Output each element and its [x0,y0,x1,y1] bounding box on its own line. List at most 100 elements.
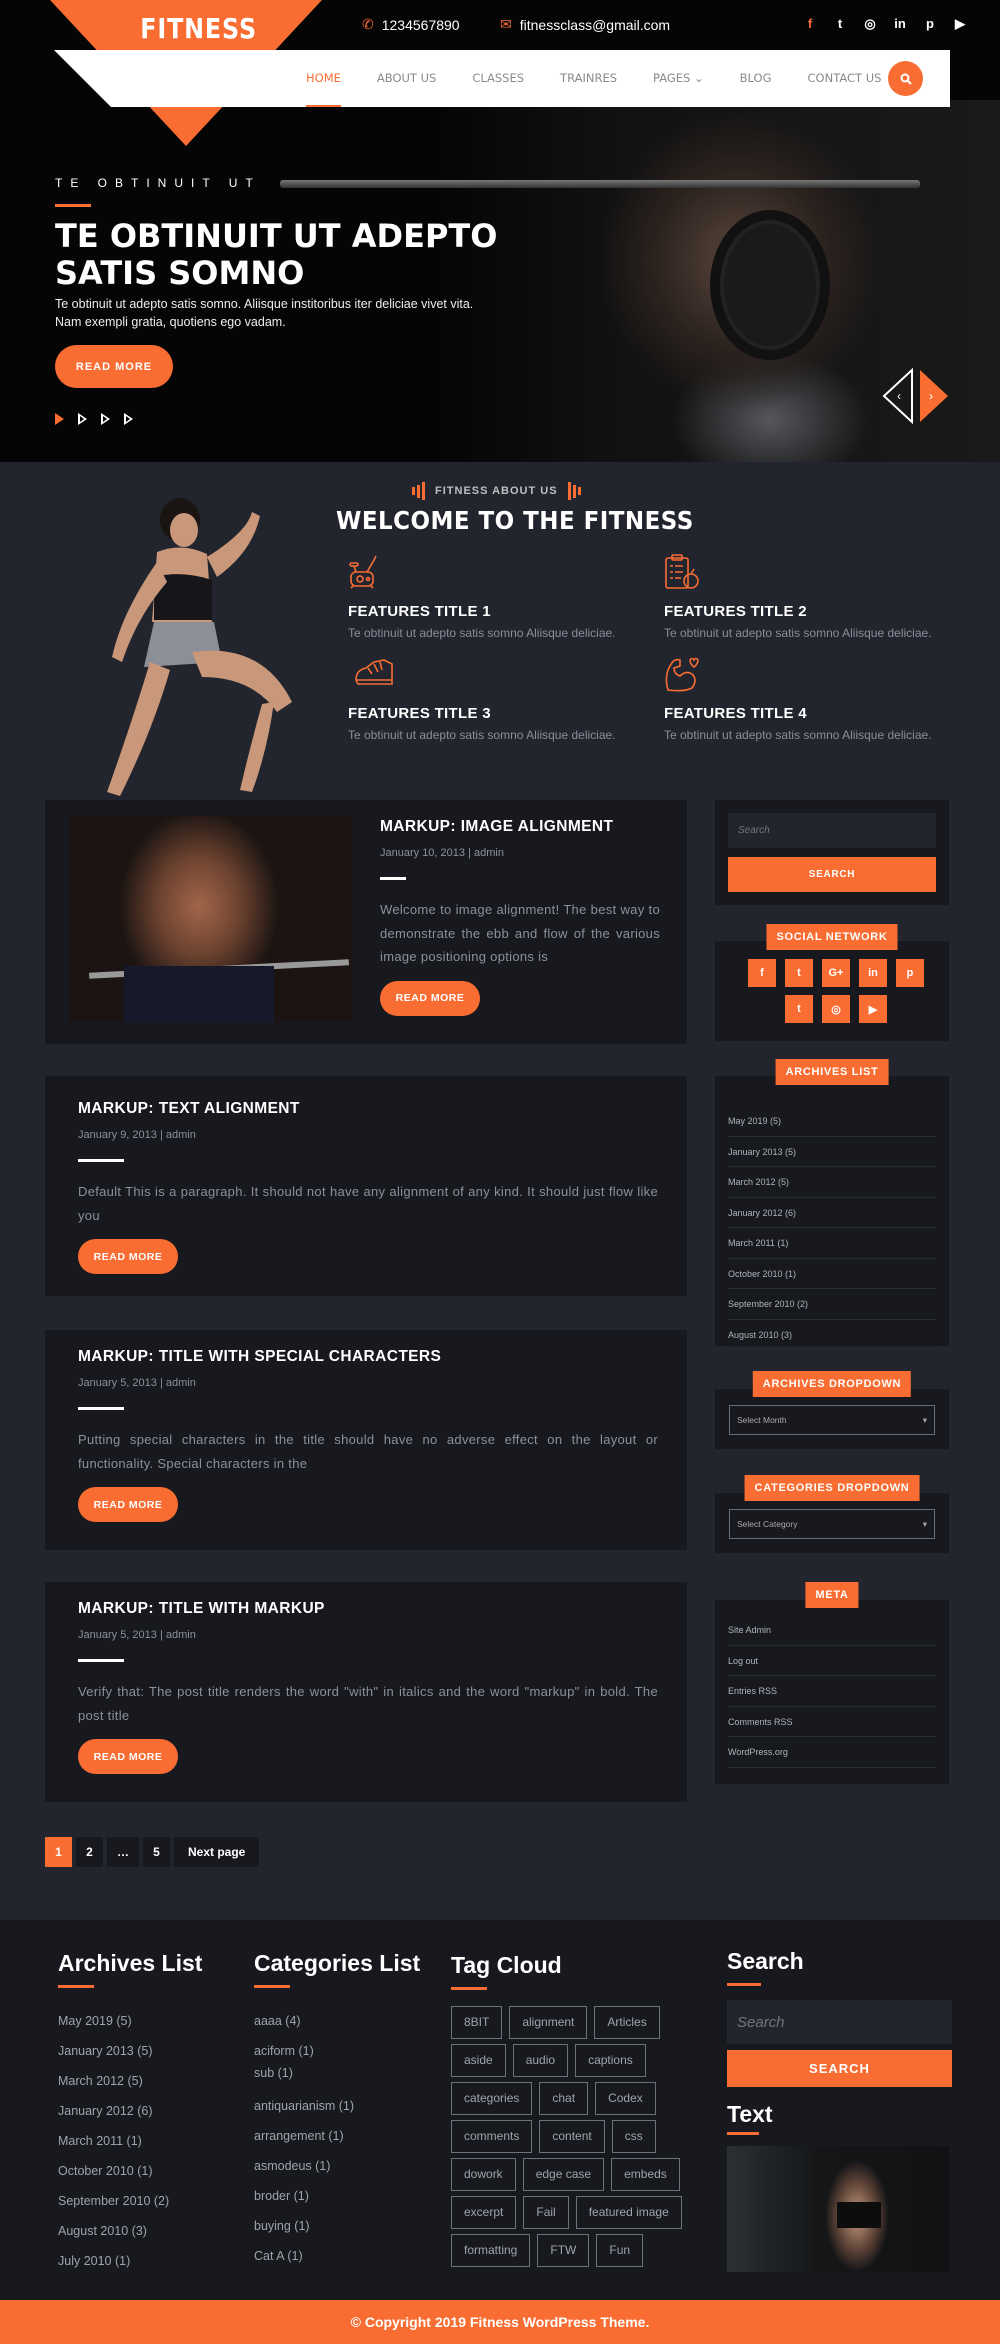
category-link[interactable]: asmodeus (1) [254,2151,420,2181]
archive-link[interactable]: January 2013 (5) [58,2036,202,2066]
meta-link[interactable]: Entries RSS [728,1676,936,1707]
archive-link[interactable]: January 2012 (6) [728,1198,936,1228]
tag-link[interactable]: categories [451,2082,533,2115]
footer-search-button[interactable]: SEARCH [727,2050,952,2087]
twitter-icon[interactable]: t [832,16,848,32]
meta-link[interactable]: Site Admin [728,1615,936,1646]
meta-link[interactable]: WordPress.org [728,1737,936,1768]
tumblr-icon[interactable]: t [785,995,813,1023]
instagram-icon[interactable]: ◎ [862,16,878,32]
nav-about-us[interactable]: ABOUT US [377,50,436,107]
tag-link[interactable]: Fail [523,2196,569,2229]
tag-link[interactable]: aside [451,2044,506,2077]
archive-link[interactable]: August 2010 (3) [728,1320,936,1350]
nav-home[interactable]: HOME [306,50,341,107]
meta-link[interactable]: Comments RSS [728,1707,936,1737]
phone-contact[interactable]: ✆ 1234567890 [362,16,460,33]
post-title[interactable]: MARKUP: IMAGE ALIGNMENT [380,818,660,836]
tag-link[interactable]: captions [575,2044,646,2077]
archive-link[interactable]: May 2019 (5) [58,2006,202,2036]
archive-link[interactable]: September 2010 (2) [58,2186,202,2216]
post-date[interactable]: January 9, 2013 [78,1129,157,1141]
read-more-button[interactable]: READ MORE [78,1239,178,1274]
category-link[interactable]: sub (1) [254,2066,420,2091]
slide-dot-2[interactable] [78,413,87,425]
post-title[interactable]: MARKUP: TEXT ALIGNMENT [78,1100,658,1118]
post-date[interactable]: January 5, 2013 [78,1629,157,1641]
email-contact[interactable]: ✉ fitnessclass@gmail.com [500,16,670,33]
linkedin-icon[interactable]: in [859,959,887,987]
youtube-icon[interactable]: ▶ [952,16,968,32]
read-more-button[interactable]: READ MORE [380,980,480,1016]
category-link[interactable]: broder (1) [254,2181,420,2211]
archive-link[interactable]: September 2010 (2) [728,1289,936,1320]
tag-link[interactable]: Codex [595,2082,656,2115]
page-5[interactable]: 5 [143,1837,170,1867]
page-1[interactable]: 1 [45,1837,72,1867]
nav-trainres[interactable]: TRAINRES [560,50,617,107]
next-page-link[interactable]: Next page [174,1837,260,1867]
slider-prev-button[interactable]: ‹ [882,368,914,424]
tag-link[interactable]: comments [451,2120,533,2153]
category-link[interactable]: buying (1) [254,2211,420,2241]
tag-link[interactable]: chat [539,2082,589,2115]
logo-text[interactable]: FITNESS [140,12,256,45]
tag-link[interactable]: Articles [594,2006,660,2039]
footer-search-input[interactable] [727,2000,952,2044]
sidebar-search-input[interactable] [728,813,936,848]
archive-link[interactable]: October 2010 (1) [728,1259,936,1289]
post-author[interactable]: admin [166,1377,196,1389]
tag-link[interactable]: dowork [451,2158,516,2191]
read-more-button[interactable]: READ MORE [78,1739,178,1774]
read-more-button[interactable]: READ MORE [78,1487,178,1522]
archive-link[interactable]: January 2013 (5) [728,1137,936,1167]
page-2[interactable]: 2 [76,1837,103,1867]
archive-link[interactable]: March 2011 (1) [728,1228,936,1259]
archive-link[interactable]: October 2010 (1) [58,2156,202,2186]
post-date[interactable]: January 10, 2013 [380,847,465,859]
post-author[interactable]: admin [166,1629,196,1641]
tag-link[interactable]: formatting [451,2234,531,2267]
post-author[interactable]: admin [474,847,504,859]
instagram-icon[interactable]: ◎ [822,995,850,1023]
nav-pages-dropdown[interactable]: PAGES ⌄ [653,50,704,107]
slide-dot-3[interactable] [101,413,110,425]
post-thumbnail-image[interactable] [69,816,353,1022]
category-link[interactable]: aaaa (4) [254,2006,420,2036]
post-date[interactable]: January 5, 2013 [78,1377,157,1389]
google-plus-icon[interactable]: G+ [822,959,850,987]
post-author[interactable]: admin [166,1129,196,1141]
nav-contact-us[interactable]: CONTACT US [808,50,882,107]
tag-link[interactable]: css [611,2120,656,2153]
tag-link[interactable]: featured image [575,2196,682,2229]
category-select[interactable]: Select Category ▾ [729,1509,935,1539]
nav-blog[interactable]: BLOG [740,50,772,107]
facebook-icon[interactable]: f [802,16,818,32]
tag-link[interactable]: edge case [522,2158,605,2191]
slider-next-button[interactable]: › [918,368,950,424]
nav-search-button[interactable] [888,61,923,96]
pinterest-icon[interactable]: p [922,16,938,32]
tag-link[interactable]: excerpt [451,2196,517,2229]
hero-read-more-button[interactable]: READ MORE [55,345,173,388]
slide-dot-1[interactable] [55,413,64,425]
tag-link[interactable]: alignment [509,2006,588,2039]
tag-link[interactable]: content [539,2120,605,2153]
youtube-icon[interactable]: ▶ [859,995,887,1023]
linkedin-icon[interactable]: in [892,16,908,32]
category-link[interactable]: aciform (1) [254,2036,420,2066]
post-title[interactable]: MARKUP: TITLE WITH MARKUP [78,1600,658,1618]
archive-link[interactable]: March 2012 (5) [728,1167,936,1198]
meta-link[interactable]: Log out [728,1646,936,1676]
tag-link[interactable]: audio [512,2044,569,2077]
slide-dot-4[interactable] [124,413,133,425]
category-link[interactable]: Cat A (1) [254,2241,420,2271]
pinterest-icon[interactable]: p [896,959,924,987]
post-title[interactable]: MARKUP: TITLE WITH SPECIAL CHARACTERS [78,1348,658,1366]
nav-classes[interactable]: CLASSES [472,50,524,107]
tag-link[interactable]: 8BIT [451,2006,503,2039]
archive-link[interactable]: March 2012 (5) [58,2066,202,2096]
sidebar-search-button[interactable]: SEARCH [728,857,936,892]
archive-link[interactable]: January 2012 (6) [58,2096,202,2126]
archive-link[interactable]: July 2010 (1) [58,2246,202,2276]
